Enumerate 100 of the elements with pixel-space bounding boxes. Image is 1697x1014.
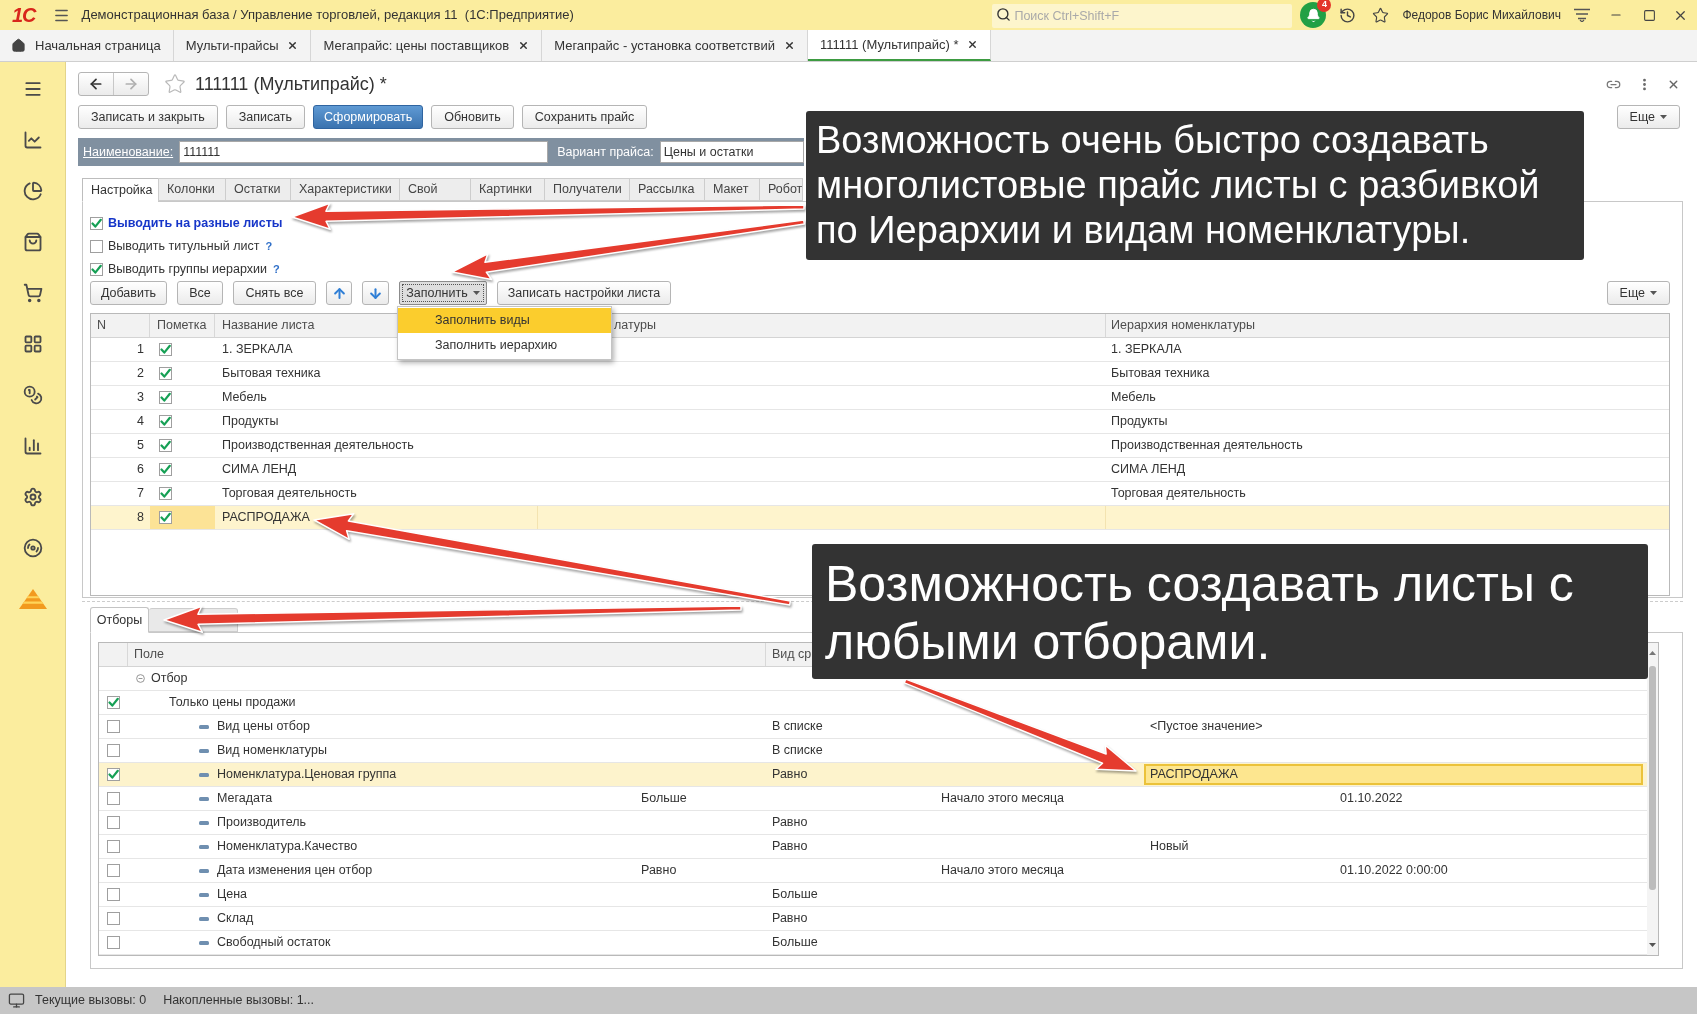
disc-icon[interactable] [22,538,43,558]
document-tab[interactable]: Мегапрайс - установка соответствий [542,30,808,61]
fill-dropdown-button[interactable]: Заполнить [399,281,487,305]
checkbox[interactable] [159,439,172,452]
toolbar-button[interactable]: Снять все [233,281,316,305]
pie-chart-icon[interactable] [22,181,43,201]
more-button[interactable]: Еще [1616,105,1680,129]
checkbox[interactable] [90,263,103,276]
close-icon[interactable] [518,40,530,51]
cart-icon[interactable] [22,283,43,303]
scrollbar[interactable] [1647,643,1658,955]
group-label[interactable]: Отбор [151,669,188,688]
price-variant-field[interactable]: Цены и остатки [659,141,804,163]
coins-icon[interactable] [22,385,43,405]
maximize-icon[interactable] [1643,8,1656,22]
toolbar-button[interactable]: Записать настройки листа [497,281,671,305]
bag-icon[interactable] [22,232,43,252]
value-field[interactable]: РАСПРОДАЖА [1144,764,1643,785]
checkbox[interactable] [159,487,172,500]
help-link[interactable]: ? [265,238,273,255]
settings-icon[interactable] [22,487,43,507]
bell-icon[interactable] [1300,2,1327,28]
document-tab[interactable]: Мегапрайс: цены поставщиков [311,30,543,61]
tab[interactable]: Получатели [544,178,629,201]
scrollbar-thumb[interactable] [1649,666,1656,890]
search-field[interactable]: Поиск Ctrl+Shift+F [992,4,1293,28]
toolbar-button[interactable]: Обновить [431,105,514,129]
favorite-star-icon[interactable] [164,73,186,95]
tab[interactable]: Робот [759,178,803,201]
toolbar-button[interactable]: Записать и закрыть [78,105,218,129]
checkbox[interactable] [107,720,120,733]
tab[interactable]: Остатки [225,178,290,201]
column-header[interactable]: N [97,316,107,335]
checkbox[interactable] [107,816,120,829]
line-chart-icon[interactable] [22,130,43,150]
document-tab[interactable]: 111111 (Мультипрайс) * [807,30,992,61]
checkbox[interactable] [107,696,120,709]
checkbox[interactable] [107,936,120,949]
grid-icon[interactable] [22,334,43,354]
tab[interactable]: Колонки [158,178,225,201]
document-tab[interactable]: Мульти-прайсы [173,30,312,61]
checkbox[interactable] [159,367,172,380]
option-label[interactable]: Выводить титульный лист [108,237,260,256]
toolbar-button[interactable]: Все [177,281,223,305]
history-icon[interactable] [1339,6,1357,24]
menu-item[interactable]: Заполнить иерархию [398,333,611,358]
checkbox[interactable] [107,912,120,925]
home-tab[interactable]: Начальная страница [0,30,174,61]
checkbox[interactable] [159,391,172,404]
tab[interactable]: Картинки [470,178,544,201]
close-icon[interactable] [783,40,795,51]
checkbox[interactable] [107,768,120,781]
toolbar-button[interactable]: Сформировать [313,105,424,129]
tab[interactable]: Настройка [82,178,158,202]
help-link[interactable]: ? [272,261,280,278]
table-row[interactable]: Номенклатура.Ценовая группа Равно РАСПРОДАЖА [99,763,1647,787]
more-button[interactable]: Еще [1606,281,1670,305]
scroll-up-icon[interactable] [1649,651,1656,655]
column-header[interactable]: Вид ср [772,645,812,664]
close-icon[interactable] [967,39,979,50]
menu-item[interactable]: Заполнить виды [398,308,611,333]
column-header[interactable]: латуры [614,316,656,335]
collapse-icon[interactable] [136,674,145,683]
tab[interactable]: Отборы [90,607,149,633]
table-row[interactable]: 8 РАСПРОДАЖА [91,506,1669,530]
tab[interactable]: Рассылка [629,178,704,201]
star-icon[interactable] [1372,6,1390,24]
list-menu-icon[interactable] [1574,8,1590,22]
checkbox[interactable] [107,744,120,757]
tab[interactable]: Макет [704,178,759,201]
toolbar-button[interactable]: Добавить [90,281,167,305]
checkbox[interactable] [90,217,103,230]
move-up-button[interactable] [326,281,352,305]
column-header[interactable]: Название листа [222,316,315,335]
checkbox[interactable] [159,511,172,524]
option-label[interactable]: Выводить группы иерархии [108,260,267,279]
user-name[interactable]: Федоров Борис Михайлович [1402,6,1561,24]
checkbox[interactable] [107,840,120,853]
toolbar-button[interactable]: Записать [225,105,306,129]
checkbox[interactable] [159,463,172,476]
checkbox[interactable] [107,792,120,805]
checkbox[interactable] [107,888,120,901]
checkbox[interactable] [107,864,120,877]
monitor-icon[interactable] [8,992,25,1009]
column-header[interactable]: Пометка [157,316,207,335]
option-label[interactable]: Выводить на разные листы [108,214,283,233]
name-field[interactable]: 111111 [179,141,549,163]
tab[interactable]: Свой [399,178,470,201]
close-icon[interactable] [287,40,299,51]
tab[interactable]: Характеристики [290,178,399,201]
checkbox[interactable] [159,415,172,428]
checkbox[interactable] [90,240,103,253]
toolbar-button[interactable]: Сохранить прайс [521,105,648,129]
move-down-button[interactable] [362,281,389,305]
bar-chart-icon[interactable] [22,436,43,456]
column-header[interactable]: Иерархия номенклатуры [1111,316,1255,335]
scroll-down-icon[interactable] [1649,943,1656,947]
column-header[interactable]: Поле [134,645,164,664]
checkbox[interactable] [159,343,172,356]
app-logo[interactable]: 1С [12,5,36,25]
